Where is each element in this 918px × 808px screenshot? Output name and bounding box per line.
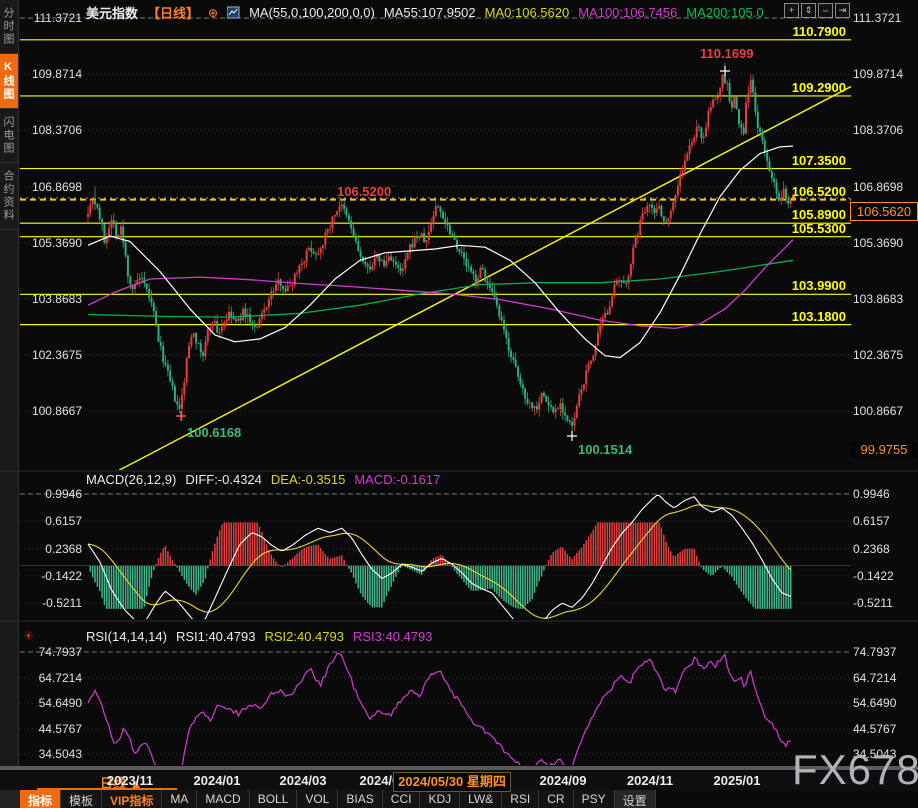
tab-ma[interactable]: MA bbox=[162, 790, 197, 808]
date-tick: 2024/01 bbox=[194, 773, 241, 788]
rsi2-value: RSI2:40.4793 bbox=[264, 629, 344, 644]
add-indicator-icon[interactable]: ⊕ bbox=[208, 6, 218, 20]
tab-macd[interactable]: MACD bbox=[197, 790, 249, 808]
tabbar-active-strip bbox=[37, 788, 177, 790]
zoom-horizontal-icon[interactable]: ⇔ bbox=[818, 3, 833, 18]
shift-right-icon[interactable]: ⇥ bbox=[835, 3, 850, 18]
date-tick: 2024/09 bbox=[540, 773, 587, 788]
tabbar-corner bbox=[0, 790, 20, 808]
ma200-value: MA200:105.0 bbox=[686, 5, 763, 20]
macd-diff-value: DIFF:-0.4324 bbox=[185, 472, 262, 487]
chart-style-icon[interactable] bbox=[227, 6, 240, 19]
tab-boll[interactable]: BOLL bbox=[250, 790, 298, 808]
crosshair-price-tag: 106.5620 bbox=[850, 202, 918, 221]
chart-application: 分时图K线图闪电图合约资料 111.3721111.3721109.871410… bbox=[0, 0, 918, 808]
date-tick: 2025/01 bbox=[714, 773, 761, 788]
date-tick: 2023/11 bbox=[107, 773, 153, 788]
rsi3-value: RSI3:40.4793 bbox=[353, 629, 433, 644]
tab-cr[interactable]: CR bbox=[539, 790, 573, 808]
tab-cci[interactable]: CCI bbox=[383, 790, 421, 808]
macd-dea-value: DEA:-0.3515 bbox=[271, 472, 345, 487]
price-up-arrow-icon: ▲ bbox=[789, 191, 798, 201]
tab-lw[interactable]: LW& bbox=[460, 790, 502, 808]
symbol-name: 美元指数 bbox=[86, 3, 138, 22]
period-badge[interactable]: 【日线】 bbox=[147, 3, 199, 22]
ma55-value: MA55:107.9502 bbox=[384, 5, 476, 20]
zoom-vertical-icon[interactable]: ⇕ bbox=[801, 3, 816, 18]
macd-value: MACD:-0.1617 bbox=[354, 472, 440, 487]
chart-toolbar: +⇕⇔⇥ bbox=[784, 3, 850, 18]
bottom-tab-bar: 指标模板VIP指标MAMACDBOLLVOLBIASCCIKDJLW&RSICR… bbox=[20, 790, 656, 808]
main-chart-legend: 美元指数 【日线】 ⊕ MA(55,0,100,200,0,0) MA55:10… bbox=[86, 3, 764, 22]
crosshair-date-tag: 2024/05/30 星期四 bbox=[393, 772, 511, 792]
tab-indicators[interactable]: 指标 bbox=[20, 790, 61, 808]
move-tool-icon[interactable]: + bbox=[784, 3, 799, 18]
tab-vol[interactable]: VOL bbox=[297, 790, 338, 808]
ma-params-label: MA(55,0,100,200,0,0) bbox=[249, 5, 375, 20]
chart-canvas[interactable] bbox=[0, 0, 918, 766]
tab-bias[interactable]: BIAS bbox=[338, 790, 382, 808]
date-axis: 日线 ▲ 2024/05/30 星期四 2023/112024/012024/0… bbox=[0, 766, 918, 790]
tab-vip-indicators[interactable]: VIP指标 bbox=[102, 790, 162, 808]
macd-title: MACD(26,12,9) bbox=[86, 472, 176, 487]
ma100-value: MA100:106.7456 bbox=[578, 5, 677, 20]
macd-header: MACD(26,12,9) DIFF:-0.4324 DEA:-0.3515 M… bbox=[86, 472, 440, 487]
tab-rsi[interactable]: RSI bbox=[502, 790, 539, 808]
alert-blink-icon: ☀ bbox=[23, 629, 34, 643]
date-tick: 2024/03 bbox=[280, 773, 327, 788]
rsi-title: RSI(14,14,14) bbox=[86, 629, 167, 644]
tab-psy[interactable]: PSY bbox=[574, 790, 615, 808]
ma0-value: MA0:106.5620 bbox=[485, 5, 570, 20]
tab-kdj[interactable]: KDJ bbox=[420, 790, 460, 808]
rsi-header: RSI(14,14,14) RSI1:40.4793 RSI2:40.4793 … bbox=[86, 629, 432, 644]
date-tick: 2024/11 bbox=[627, 773, 673, 788]
rsi1-value: RSI1:40.4793 bbox=[176, 629, 256, 644]
low-price-tag: 99.9755 bbox=[851, 441, 917, 458]
tab-templates[interactable]: 模板 bbox=[61, 790, 102, 808]
tab-settings[interactable]: 设置 bbox=[615, 790, 656, 808]
